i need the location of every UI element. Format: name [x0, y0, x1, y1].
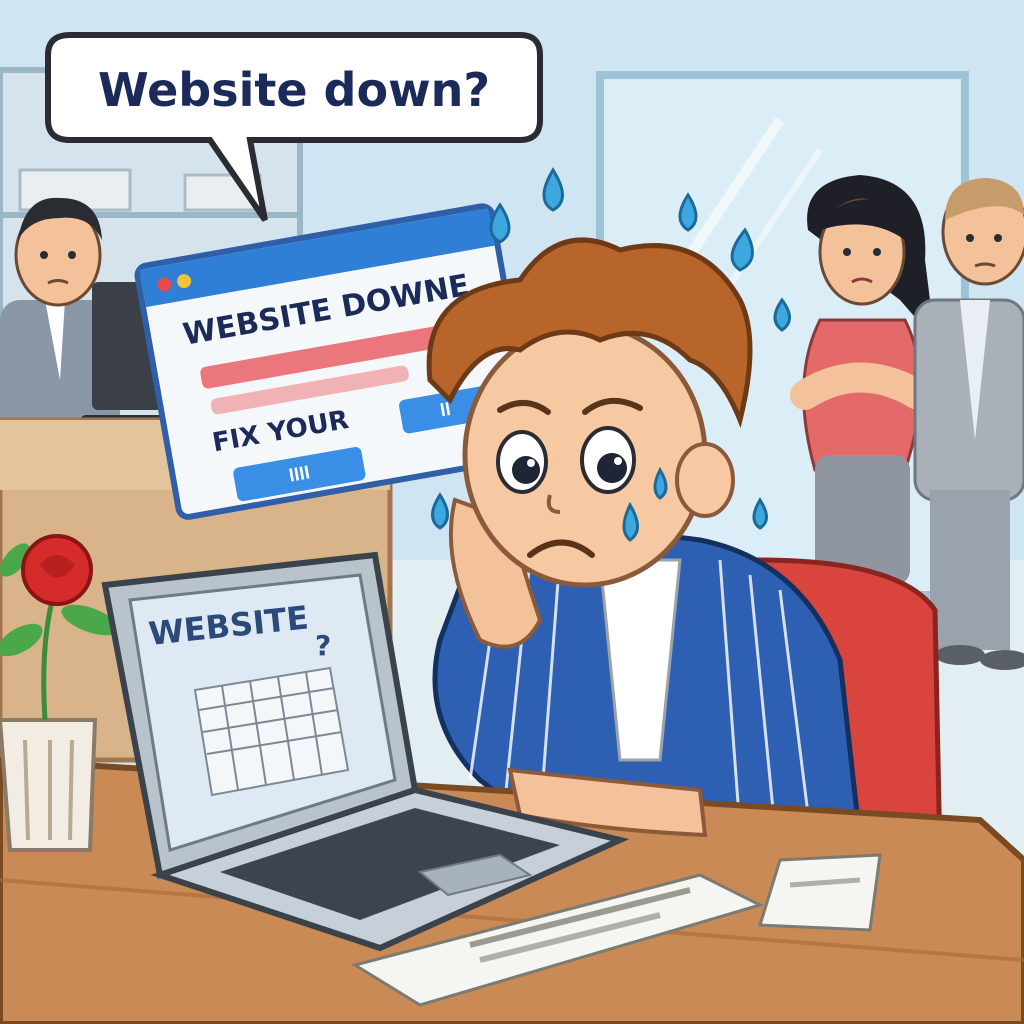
- illustration-scene: Website down? WEBSITE DOWNE FIX YOUR ꟾꟾꟾ…: [0, 0, 1024, 1024]
- left-pupil: [512, 456, 540, 484]
- laptop-question-mark: ?: [315, 629, 331, 662]
- ear: [675, 442, 735, 518]
- left-eye-shine: [527, 459, 535, 467]
- speech-bubble-text: Website down?: [98, 63, 490, 117]
- right-eye-shine: [614, 457, 622, 465]
- right-pupil: [597, 453, 627, 483]
